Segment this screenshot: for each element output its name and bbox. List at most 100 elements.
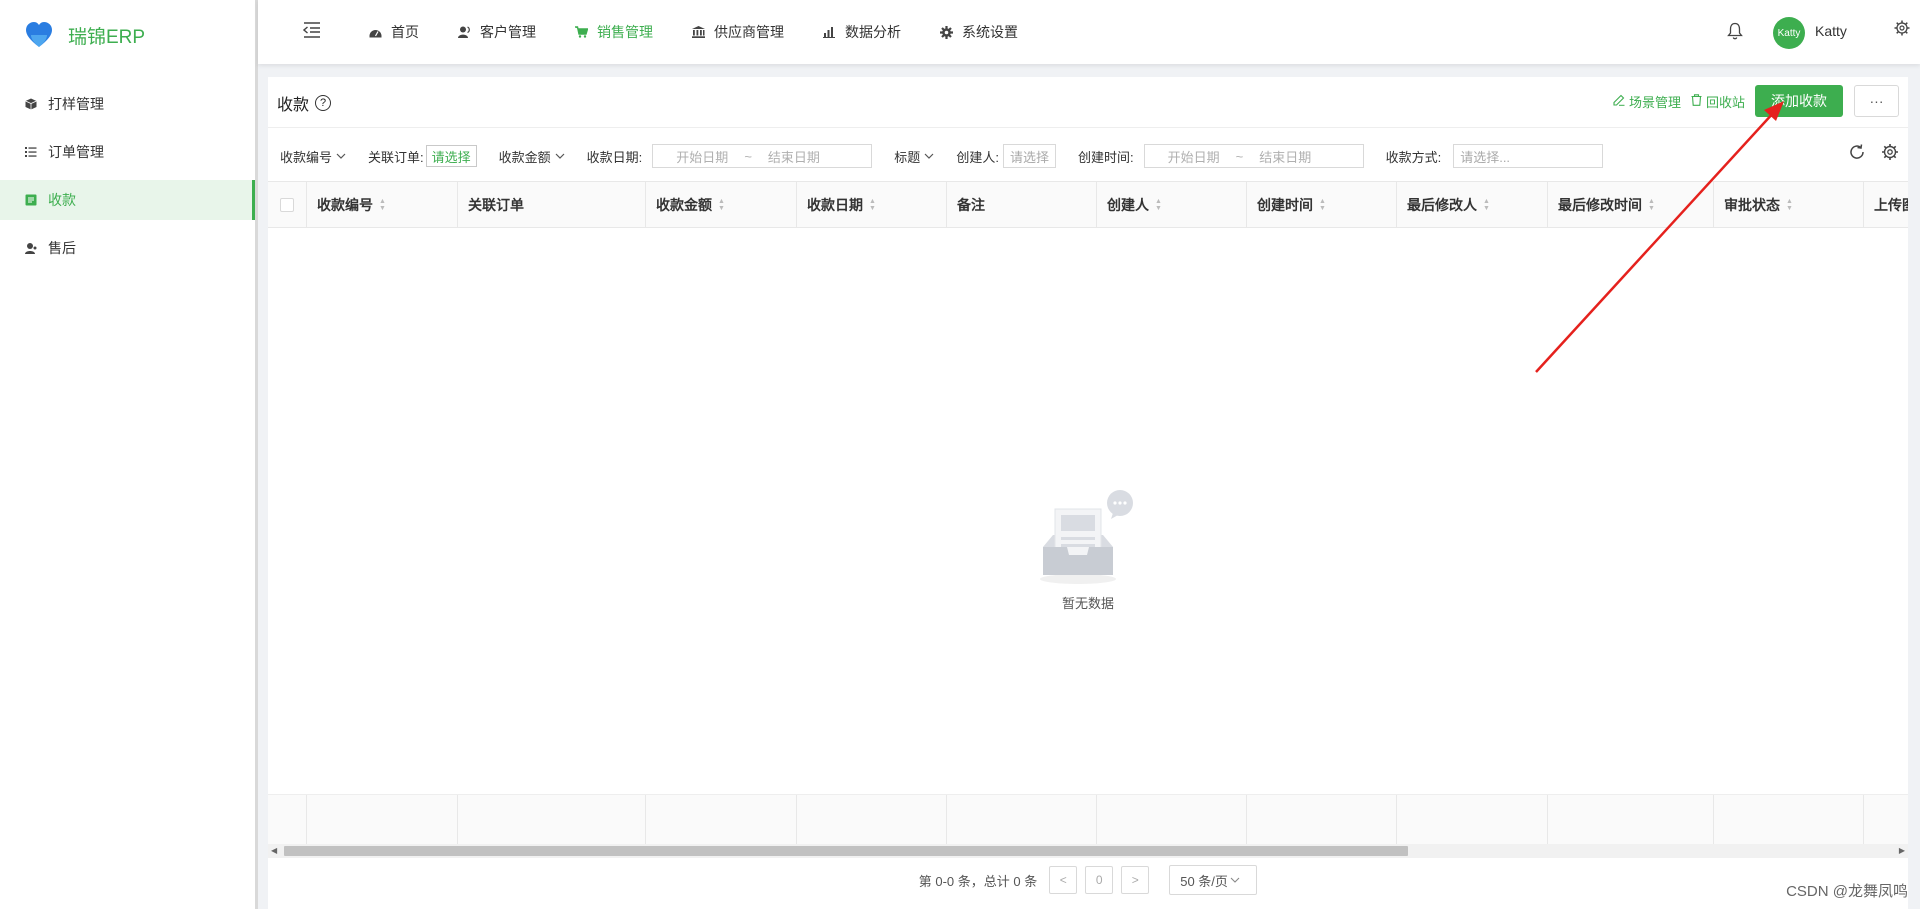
select-all-cell — [268, 182, 307, 228]
menu-collapse-icon[interactable] — [303, 22, 321, 38]
range-separator: ~ — [744, 148, 752, 164]
receipts-table: 收款编号 ▲ ▼ 关联订单 收款金额 ▲ ▼ 收款日期 ▲ ▼ 备注 创建人 ▲ ▼ — [268, 181, 1908, 885]
col-approval-status[interactable]: 审批状态 ▲ ▼ — [1714, 182, 1864, 228]
scroll-left-icon[interactable]: ◀ — [271, 846, 277, 855]
column-title: 收款日期 — [807, 197, 863, 213]
nav-settings[interactable]: 系统设置 — [939, 22, 1018, 42]
list-icon — [24, 145, 38, 159]
empty-state: 暂无数据 — [1033, 487, 1143, 612]
table-summary-row — [268, 794, 1908, 845]
col-last-modified-time[interactable]: 最后修改时间 ▲ ▼ — [1548, 182, 1714, 228]
page-number-button[interactable]: 0 — [1085, 866, 1114, 894]
next-page-button[interactable]: > — [1121, 866, 1150, 894]
chevron-down-icon — [1230, 877, 1240, 883]
column-title: 关联订单 — [468, 197, 524, 213]
help-question-icon[interactable]: ? — [315, 95, 332, 111]
edit-icon — [1613, 94, 1625, 109]
nav-customers[interactable]: 客户管理 — [457, 22, 536, 42]
page-actions: 场景管理 回收站 添加收款 ··· — [1613, 85, 1899, 117]
main-card: 收款 ? 场景管理 回收站 添加收款 ··· 收款编号 关联订单: 请选择 收款… — [268, 77, 1908, 909]
filter-title[interactable]: 标题 — [894, 147, 934, 166]
summary-cell — [458, 795, 646, 845]
gear-icon — [939, 25, 953, 39]
scene-manage-label: 场景管理 — [1628, 94, 1681, 110]
chevron-down-icon — [924, 151, 934, 162]
summary-cell — [307, 795, 458, 845]
bar-chart-icon — [822, 26, 836, 38]
cart-icon — [574, 26, 588, 38]
scene-manage-link[interactable]: 场景管理 — [1613, 92, 1681, 111]
filter-label: 收款方式: — [1385, 149, 1442, 165]
scroll-right-icon[interactable]: ▶ — [1899, 846, 1905, 855]
col-creator[interactable]: 创建人 ▲ ▼ — [1097, 182, 1247, 228]
end-date-placeholder: 结束日期 — [767, 149, 820, 165]
column-settings-gear-icon[interactable] — [1881, 143, 1899, 161]
table-tools — [1833, 143, 1899, 161]
sidebar-item-receipts[interactable]: 收款 — [0, 180, 255, 220]
created-time-range-picker[interactable]: 开始日期 ~ 结束日期 — [1143, 144, 1364, 168]
col-last-modifier[interactable]: 最后修改人 ▲ ▼ — [1397, 182, 1548, 228]
filter-bar: 收款编号 关联订单: 请选择 收款金额 收款日期: 开始日期 ~ 结束日期 标题 — [280, 143, 1625, 169]
payment-method-select[interactable]: 请选择... — [1453, 144, 1604, 168]
nav-label: 系统设置 — [962, 24, 1018, 40]
nav-sales[interactable]: 销售管理 — [574, 22, 653, 42]
settings-gear-icon[interactable] — [1894, 20, 1910, 36]
heart-logo-icon — [26, 22, 52, 47]
summary-cell — [268, 795, 307, 845]
recycle-bin-label: 回收站 — [1705, 94, 1745, 110]
filter-label: 关联订单: — [368, 149, 424, 165]
summary-cell — [1714, 795, 1864, 845]
summary-cell — [947, 795, 1097, 845]
column-title: 最后修改人 — [1407, 197, 1477, 213]
refresh-icon[interactable] — [1848, 143, 1866, 161]
bell-icon[interactable] — [1727, 22, 1743, 40]
more-actions-button[interactable]: ··· — [1854, 85, 1899, 117]
nav-suppliers[interactable]: 供应商管理 — [691, 22, 784, 42]
column-title: 收款金额 — [656, 197, 712, 213]
nav-label: 销售管理 — [597, 24, 653, 40]
scrollbar-thumb[interactable] — [284, 846, 1408, 856]
col-created-time[interactable]: 创建时间 ▲ ▼ — [1247, 182, 1397, 228]
summary-cell — [1864, 795, 1908, 845]
add-receipt-button[interactable]: 添加收款 — [1755, 85, 1843, 117]
sidebar-item-label: 订单管理 — [48, 144, 104, 160]
sidebar-item-sampling[interactable]: 打样管理 — [0, 84, 255, 124]
filter-receipt-no[interactable]: 收款编号 — [280, 147, 346, 166]
select-all-checkbox[interactable] — [280, 198, 294, 212]
page-size-select[interactable]: 50 条/页 — [1169, 865, 1258, 895]
app-logo[interactable]: 瑞锦ERP — [24, 18, 145, 52]
col-amount[interactable]: 收款金额 ▲ ▼ — [646, 182, 797, 228]
sort-icon: ▲ ▼ — [1648, 198, 1655, 212]
avatar[interactable]: Katty — [1773, 17, 1805, 49]
filter-receipt-date: 收款日期: 开始日期 ~ 结束日期 — [587, 144, 873, 168]
horizontal-scrollbar[interactable]: ◀ ▶ — [268, 844, 1908, 858]
receipt-date-range-picker[interactable]: 开始日期 ~ 结束日期 — [652, 144, 873, 168]
chevron-down-icon — [555, 151, 565, 162]
prev-page-button[interactable]: < — [1049, 866, 1078, 894]
summary-cell — [1247, 795, 1397, 845]
summary-cell — [646, 795, 797, 845]
page-title: 收款 — [277, 97, 310, 114]
pagination: 第 0-0 条，总计 0 条 < 0 > 50 条/页 — [268, 863, 1908, 897]
filter-amount[interactable]: 收款金额 — [499, 147, 565, 166]
creator-select[interactable]: 请选择 — [1002, 144, 1056, 168]
filter-label: 标题 — [894, 149, 921, 165]
column-title: 收款编号 — [317, 197, 373, 213]
nav-home[interactable]: 首页 — [368, 22, 419, 42]
column-title: 审批状态 — [1724, 197, 1780, 213]
col-receipt-no[interactable]: 收款编号 ▲ ▼ — [307, 182, 458, 228]
nav-analytics[interactable]: 数据分析 — [822, 22, 901, 42]
customer-icon — [457, 26, 471, 38]
sidebar-item-after-sales[interactable]: 售后 — [0, 228, 255, 268]
col-date[interactable]: 收款日期 ▲ ▼ — [797, 182, 947, 228]
table-body: 暂无数据 — [268, 229, 1908, 794]
related-order-select[interactable]: 请选择 — [425, 145, 477, 167]
recycle-bin-link[interactable]: 回收站 — [1691, 92, 1745, 111]
username[interactable]: Katty — [1815, 23, 1847, 39]
sort-icon: ▲ ▼ — [1483, 198, 1490, 212]
table-header: 收款编号 ▲ ▼ 关联订单 收款金额 ▲ ▼ 收款日期 ▲ ▼ 备注 创建人 ▲ ▼ — [268, 182, 1908, 228]
sidebar-item-orders[interactable]: 订单管理 — [0, 132, 255, 172]
sidebar-item-label: 售后 — [48, 240, 76, 256]
top-nav: 首页 客户管理 销售管理 供应商管理 数据分析 系统设置 — [368, 0, 1056, 64]
sidebar: 瑞锦ERP 打样管理 订单管理 收款 售后 — [0, 0, 258, 909]
